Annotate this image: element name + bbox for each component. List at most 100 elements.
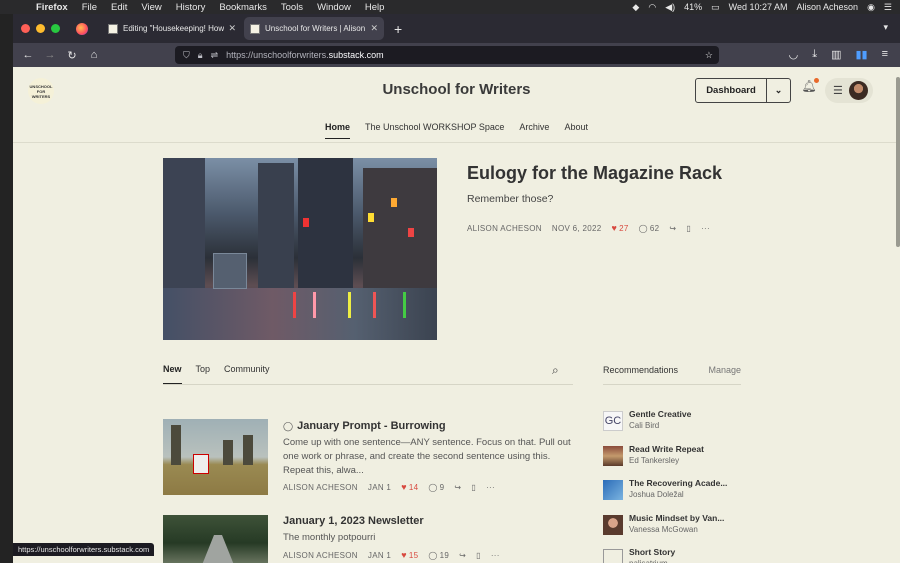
recommendations-heading: Recommendations <box>603 365 679 375</box>
heart-icon[interactable]: ♥ <box>401 550 407 560</box>
permissions-icon[interactable]: ⇌ <box>211 50 219 61</box>
post-thumbnail[interactable] <box>163 419 268 495</box>
share-icon[interactable]: ↪ <box>669 224 676 233</box>
recommendation-item[interactable]: The Recovering Acade... Joshua Doležal <box>603 478 753 506</box>
menu-firefox[interactable]: Firefox <box>36 2 68 13</box>
sidebar-icon[interactable]: ▥ <box>831 48 841 61</box>
heart-icon[interactable]: ♥ <box>611 223 617 233</box>
post-author[interactable]: ALISON ACHESON <box>283 551 358 560</box>
publication-header: UNSCHOOL FOR WRITERS Unschool for Writer… <box>13 67 900 110</box>
heart-icon[interactable]: ♥ <box>401 482 407 492</box>
comment-icon[interactable]: ◯ <box>639 224 648 233</box>
downloads-icon[interactable]: ⤓ <box>812 48 817 61</box>
reload-icon[interactable]: ↻ <box>61 49 83 62</box>
new-tab-button[interactable]: + <box>394 21 402 37</box>
menu-file[interactable]: File <box>82 2 97 13</box>
post-author[interactable]: ALISON ACHESON <box>283 483 358 492</box>
tab-unschool[interactable]: Unschool for Writers | Alison Ac ✕ <box>244 17 384 40</box>
bookmark-icon[interactable]: ▯ <box>471 483 476 492</box>
menu-help[interactable]: Help <box>365 2 385 13</box>
bookmark-icon[interactable]: ▯ <box>476 551 481 560</box>
siri-icon[interactable]: ◉ <box>867 2 875 13</box>
publication-icon <box>603 549 623 563</box>
minimize-window-button[interactable] <box>36 24 45 33</box>
recommendation-item[interactable]: Music Mindset by Van... Vanessa McGowan <box>603 513 753 541</box>
recommendation-author: Ed Tankersley <box>629 456 680 465</box>
wifi-icon[interactable]: ◠ <box>648 2 656 13</box>
publication-nav: Home The Unschool WORKSHOP Space Archive… <box>13 122 900 139</box>
comment-icon[interactable]: ◯ <box>428 551 437 560</box>
comment-count: 62 <box>649 223 660 233</box>
publication-icon <box>603 515 623 535</box>
recommendation-item[interactable]: GC Gentle Creative Cali Bird <box>603 409 753 437</box>
address-bar[interactable]: ⛉ 🔒︎ ⇌ https://unschoolforwriters. substa… <box>175 46 719 64</box>
pocket-icon[interactable]: ◡ <box>789 48 799 61</box>
tab-community[interactable]: Community <box>224 364 270 384</box>
post-title[interactable]: ◯ January Prompt - Burrowing <box>283 420 446 432</box>
search-icon[interactable]: ⌕ <box>552 363 559 378</box>
nav-workshop[interactable]: The Unschool WORKSHOP Space <box>365 122 504 139</box>
firefox-view-icon[interactable] <box>76 22 88 35</box>
more-icon[interactable]: ··· <box>701 224 710 233</box>
nav-archive[interactable]: Archive <box>519 122 549 139</box>
nav-about[interactable]: About <box>564 122 588 139</box>
nav-home[interactable]: Home <box>325 122 351 139</box>
back-icon[interactable]: ← <box>17 49 39 61</box>
user-name[interactable]: Alison Acheson <box>797 2 859 12</box>
notifications-bell-icon[interactable]: 🔔︎ <box>799 78 819 101</box>
lock-icon[interactable]: 🔒︎ <box>198 50 203 61</box>
recommendations-header: Recommendations Manage <box>603 365 741 375</box>
more-icon[interactable]: ··· <box>491 551 500 560</box>
close-tab-icon[interactable]: ✕ <box>370 23 378 34</box>
menu-bookmarks[interactable]: Bookmarks <box>219 2 267 13</box>
post-title[interactable]: January 1, 2023 Newsletter <box>283 515 424 527</box>
comment-icon[interactable]: ◯ <box>428 483 437 492</box>
tab-new[interactable]: New <box>163 364 182 384</box>
dashboard-button[interactable]: Dashboard <box>696 79 767 102</box>
divider <box>13 142 900 143</box>
close-tab-icon[interactable]: ✕ <box>228 23 236 34</box>
list-tabs-icon[interactable]: ▾ <box>883 22 888 33</box>
bookmark-icon[interactable]: ▯ <box>686 224 691 233</box>
comment-count: 19 <box>439 550 450 560</box>
tab-top[interactable]: Top <box>196 364 211 384</box>
share-icon[interactable]: ↪ <box>454 483 461 492</box>
share-icon[interactable]: ↪ <box>459 551 466 560</box>
hero-image[interactable] <box>163 158 437 340</box>
shield-icon[interactable]: ⛉ <box>183 50 190 61</box>
menu-view[interactable]: View <box>141 2 161 13</box>
tab-editing[interactable]: Editing "Housekeeping! How Do ✕ <box>102 17 242 40</box>
home-icon[interactable]: ⌂ <box>83 49 105 61</box>
user-menu-button[interactable]: ☰ <box>825 78 873 103</box>
fullscreen-window-button[interactable] <box>51 24 60 33</box>
tab-title: Unschool for Writers | Alison Ac <box>265 24 367 33</box>
macos-menubar: Firefox File Edit View History Bookmarks… <box>0 0 900 14</box>
like-count: 15 <box>408 550 419 560</box>
manage-link[interactable]: Manage <box>708 365 741 375</box>
menu-window[interactable]: Window <box>317 2 351 13</box>
more-icon[interactable]: ··· <box>486 483 495 492</box>
forward-icon[interactable]: → <box>39 49 61 61</box>
post-title-text: January Prompt - Burrowing <box>297 420 446 432</box>
menu-tools[interactable]: Tools <box>281 2 303 13</box>
extension-icon[interactable]: ▮▮ <box>855 48 867 61</box>
bookmark-star-icon[interactable]: ☆ <box>705 50 713 61</box>
recommendation-item[interactable]: Read Write Repeat Ed Tankersley <box>603 444 753 472</box>
app-menu-icon[interactable]: ≡ <box>882 48 888 61</box>
page-scrollbar[interactable] <box>896 77 900 247</box>
post-author[interactable]: ALISON ACHESON <box>467 224 542 233</box>
recommendation-name: The Recovering Acade... <box>629 478 728 488</box>
recommendation-item[interactable]: Short Story palisatrium <box>603 547 753 563</box>
control-center-icon[interactable]: ☰ <box>884 2 892 13</box>
close-window-button[interactable] <box>21 24 30 33</box>
clock[interactable]: Wed 10:27 AM <box>729 2 788 12</box>
post-thumbnail[interactable] <box>163 515 268 563</box>
chevron-down-icon[interactable]: ⌄ <box>767 85 790 96</box>
hero-post-title[interactable]: Eulogy for the Magazine Rack <box>467 163 722 184</box>
volume-icon[interactable]: ◀) <box>665 2 675 13</box>
post-date: JAN 1 <box>367 482 392 492</box>
battery-icon[interactable]: ▭ <box>711 2 720 13</box>
menu-history[interactable]: History <box>176 2 206 13</box>
menu-edit[interactable]: Edit <box>111 2 127 13</box>
dropbox-icon[interactable]: ◆ <box>632 2 639 13</box>
